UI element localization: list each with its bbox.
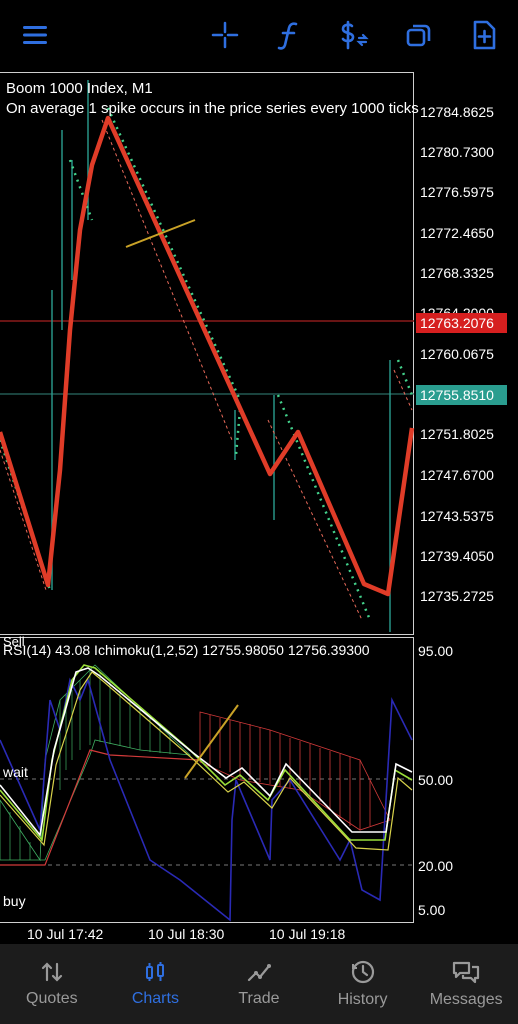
quotes-icon (41, 962, 62, 982)
candles (51, 80, 391, 632)
nav-item-charts[interactable]: Charts (104, 944, 208, 1024)
price-label: 12743.5375 (420, 508, 494, 524)
nav-label-history: History (337, 991, 388, 1008)
history-icon (351, 960, 374, 984)
bottom-navigation: Quotes Charts Trade History Messages (0, 944, 518, 1024)
nav-item-trade[interactable]: Trade (207, 944, 311, 1024)
trade-icon (247, 964, 271, 982)
level-label: 95.00 (418, 643, 454, 659)
wait-signal-label: wait (3, 764, 28, 780)
time-label: 10 Jul 19:18 (269, 926, 346, 942)
nav-label-messages: Messages (429, 991, 503, 1008)
messages-icon (453, 961, 480, 984)
level-label: 50.00 (418, 772, 454, 788)
cloud-green (0, 664, 192, 862)
price-label: 12776.5975 (420, 184, 494, 200)
nav-label-quotes: Quotes (26, 990, 78, 1007)
nav-label-trade: Trade (238, 990, 280, 1007)
buy-signal-label: buy (3, 893, 26, 909)
nav-item-quotes[interactable]: Quotes (0, 944, 104, 1024)
price-label: 12735.2725 (420, 588, 494, 604)
price-label: 12784.8625 (420, 104, 494, 120)
level-label: 20.00 (418, 858, 454, 874)
price-label: 12768.3325 (420, 265, 494, 281)
price-label: 12739.4050 (420, 548, 494, 564)
price-label: 12760.0675 (420, 346, 494, 362)
time-label: 10 Jul 18:30 (148, 926, 225, 942)
chart-title: Boom 1000 Index, M1 (6, 80, 153, 97)
nav-item-history[interactable]: History (311, 944, 415, 1024)
oscillator-header: RSI(14) 43.08 Ichimoku(1,2,52) 12755.980… (3, 642, 370, 658)
price-label: 12751.8025 (420, 426, 494, 442)
nav-item-messages[interactable]: Messages (414, 944, 518, 1024)
price-label: 12780.7300 (420, 144, 494, 160)
bid-price-tag: 12755.8510 (416, 385, 507, 405)
cloud-red-hatch (199, 711, 391, 831)
time-label: 10 Jul 17:42 (27, 926, 104, 942)
chart-subtitle: On average 1 spike occurs in the price s… (6, 100, 419, 117)
charts-icon (146, 962, 165, 981)
nav-label-charts: Charts (131, 990, 179, 1007)
level-label: 5.00 (418, 902, 446, 918)
sell-price-tag: 12763.2076 (416, 313, 507, 333)
price-label: 12747.6700 (420, 467, 494, 483)
price-label: 12772.4650 (420, 225, 494, 241)
